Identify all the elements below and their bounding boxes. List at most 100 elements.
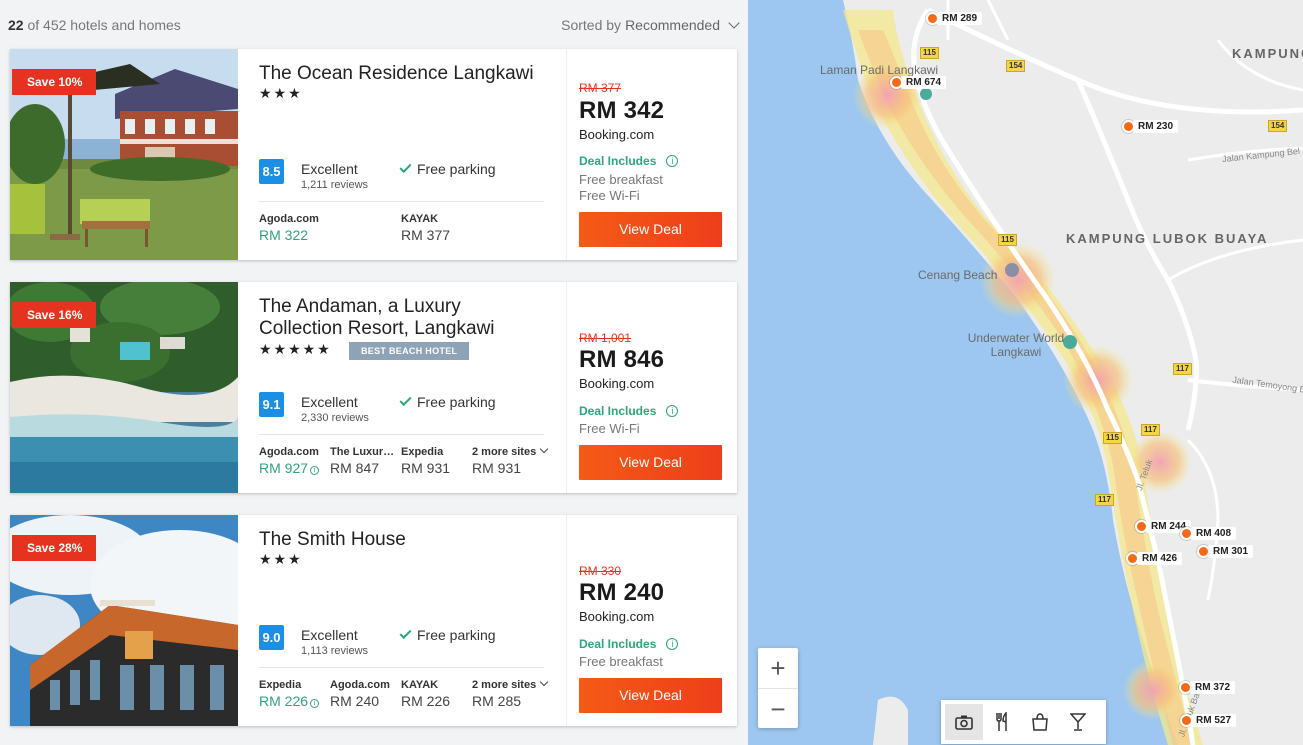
site-price[interactable]: Agoda.com RM 240 bbox=[330, 679, 400, 709]
hotel-photo[interactable]: Save 10% bbox=[10, 49, 238, 260]
site-price[interactable]: Expedia RM 226 i bbox=[259, 679, 329, 709]
deal-includes[interactable]: Deal Includes i bbox=[579, 404, 679, 418]
site-price-text: RM 927 bbox=[259, 460, 309, 476]
view-deal-button[interactable]: View Deal bbox=[579, 445, 722, 480]
hotel-stars: ★★★ bbox=[259, 85, 303, 101]
poi-photos-button[interactable] bbox=[945, 704, 983, 740]
site-name: KAYAK bbox=[401, 679, 439, 691]
site-price[interactable]: KAYAK RM 226 bbox=[401, 679, 471, 709]
site-price[interactable]: Agoda.com RM 322 bbox=[259, 213, 329, 243]
site-price-value: RM 931 bbox=[401, 460, 451, 476]
divider bbox=[259, 201, 544, 202]
review-count[interactable]: 2,330 reviews bbox=[301, 412, 369, 424]
chevron-down-icon bbox=[539, 444, 549, 454]
amenity-free-parking: Free parking bbox=[399, 160, 496, 177]
map-label-underwater-world: Underwater World Langkawi bbox=[967, 331, 1065, 359]
results-header: 22 of 452 hotels and homes Sorted by Rec… bbox=[8, 14, 740, 36]
poi-shopping-button[interactable] bbox=[1021, 704, 1059, 740]
hotel-card[interactable]: Save 28% The Smith House ★★★ 9.0 Excelle… bbox=[10, 515, 737, 726]
poi-filter-bar bbox=[941, 700, 1106, 744]
hotel-name[interactable]: The Andaman, a Luxury Collection Resort,… bbox=[259, 296, 549, 340]
map-price-pin[interactable]: RM 527 bbox=[1180, 712, 1237, 728]
map-label-cenang-beach: Cenang Beach bbox=[918, 268, 998, 282]
site-price[interactable]: KAYAK RM 377 bbox=[401, 213, 471, 243]
rating-label: Excellent bbox=[301, 627, 358, 643]
pin-price: RM 408 bbox=[1191, 526, 1237, 540]
review-count[interactable]: 1,211 reviews bbox=[301, 179, 368, 191]
map-price-pin[interactable]: RM 301 bbox=[1197, 543, 1254, 559]
more-sites-text: 2 more sites bbox=[472, 446, 537, 458]
best-beach-hotel-tag: BEST BEACH HOTEL bbox=[349, 342, 470, 360]
map-price-pin[interactable]: RM 426 bbox=[1126, 550, 1183, 566]
view-deal-button[interactable]: View Deal bbox=[579, 678, 722, 713]
info-icon[interactable]: i bbox=[310, 699, 320, 708]
perk-item: Free Wi-Fi bbox=[579, 421, 640, 436]
more-sites-dropdown[interactable]: 2 more sites RM 285 bbox=[472, 677, 557, 709]
original-price: RM 1,001 bbox=[579, 331, 632, 345]
zoom-out-button[interactable]: − bbox=[758, 688, 798, 728]
pin-price: RM 230 bbox=[1133, 119, 1179, 133]
hotel-name[interactable]: The Smith House bbox=[259, 529, 559, 551]
site-price-value: RM 847 bbox=[330, 460, 380, 476]
hotel-photo[interactable]: Save 16% bbox=[10, 282, 238, 493]
hotel-stars: ★★★ bbox=[259, 551, 303, 567]
review-score[interactable]: 9.0 bbox=[259, 625, 284, 650]
results-count-text: of 452 hotels and homes bbox=[27, 17, 181, 33]
deal-panel: RM 330 RM 240 Booking.com Deal Includes … bbox=[579, 515, 729, 726]
shopping-bag-icon bbox=[1032, 713, 1048, 731]
info-icon[interactable]: i bbox=[310, 466, 320, 475]
site-price[interactable]: The Luxury Collection RM 847 bbox=[330, 446, 400, 476]
info-icon[interactable]: i bbox=[666, 155, 679, 167]
results-map[interactable]: Laman Padi Langkawi KAMPUNG BUBOR KAMPUN… bbox=[748, 0, 1303, 745]
site-name: Expedia bbox=[401, 446, 444, 458]
site-price[interactable]: Agoda.com RM 927 i bbox=[259, 446, 329, 476]
site-name: Agoda.com bbox=[259, 446, 319, 458]
sort-value: Recommended bbox=[625, 17, 720, 33]
amenity-label: Free parking bbox=[417, 394, 496, 410]
more-sites-dropdown[interactable]: 2 more sites RM 931 bbox=[472, 444, 557, 476]
pin-price: RM 289 bbox=[937, 11, 983, 25]
info-icon[interactable]: i bbox=[666, 405, 679, 417]
hotel-card[interactable]: Save 10% The Ocean Residence Langkawi ★★… bbox=[10, 49, 737, 260]
map-price-pin[interactable]: RM 230 bbox=[1122, 118, 1179, 134]
road-shield: 115 bbox=[998, 234, 1017, 246]
map-price-pin[interactable]: RM 408 bbox=[1180, 525, 1237, 541]
hotel-stars: ★★★★★ bbox=[259, 341, 332, 357]
perk-item: Free breakfast bbox=[579, 654, 663, 669]
sort-dropdown[interactable]: Sorted by Recommended bbox=[561, 17, 740, 33]
view-deal-button[interactable]: View Deal bbox=[579, 212, 722, 247]
check-icon bbox=[399, 160, 412, 174]
site-name: KAYAK bbox=[401, 213, 439, 225]
zoom-in-button[interactable]: + bbox=[758, 648, 798, 688]
map-price-pin[interactable]: RM 674 bbox=[890, 74, 947, 90]
road-shield: 115 bbox=[920, 47, 939, 59]
site-price-value: RM 322 bbox=[259, 227, 309, 243]
map-canvas[interactable] bbox=[748, 0, 1303, 745]
site-price[interactable]: Expedia RM 931 bbox=[401, 446, 471, 476]
amenity-label: Free parking bbox=[417, 161, 496, 177]
info-icon[interactable]: i bbox=[666, 638, 679, 650]
poi-nightlife-button[interactable] bbox=[1059, 704, 1097, 740]
deal-price[interactable]: RM 342 bbox=[579, 97, 664, 125]
deal-price[interactable]: RM 240 bbox=[579, 579, 664, 607]
hotel-search-page: 22 of 452 hotels and homes Sorted by Rec… bbox=[0, 0, 1303, 745]
deal-includes[interactable]: Deal Includes i bbox=[579, 154, 679, 168]
review-score[interactable]: 8.5 bbox=[259, 159, 284, 184]
original-price: RM 330 bbox=[579, 564, 622, 578]
hotel-name[interactable]: The Ocean Residence Langkawi bbox=[259, 63, 559, 85]
rating-label: Excellent bbox=[301, 161, 358, 177]
hotel-card[interactable]: Save 16% The Andaman, a Luxury Collectio… bbox=[10, 282, 737, 493]
review-score[interactable]: 9.1 bbox=[259, 392, 284, 417]
deal-price[interactable]: RM 846 bbox=[579, 346, 664, 374]
hotel-photo[interactable]: Save 28% bbox=[10, 515, 238, 726]
map-price-pin[interactable]: RM 372 bbox=[1179, 679, 1236, 695]
map-price-pin[interactable]: RM 289 bbox=[926, 10, 983, 26]
review-count[interactable]: 1,113 reviews bbox=[301, 645, 368, 657]
site-price-value: RM 377 bbox=[401, 227, 451, 243]
pin-price: RM 372 bbox=[1190, 680, 1236, 694]
divider bbox=[259, 434, 544, 435]
deal-includes[interactable]: Deal Includes i bbox=[579, 637, 679, 651]
zoom-control: + − bbox=[758, 648, 798, 728]
road-shield: 154 bbox=[1268, 120, 1288, 132]
poi-restaurants-button[interactable] bbox=[983, 704, 1021, 740]
